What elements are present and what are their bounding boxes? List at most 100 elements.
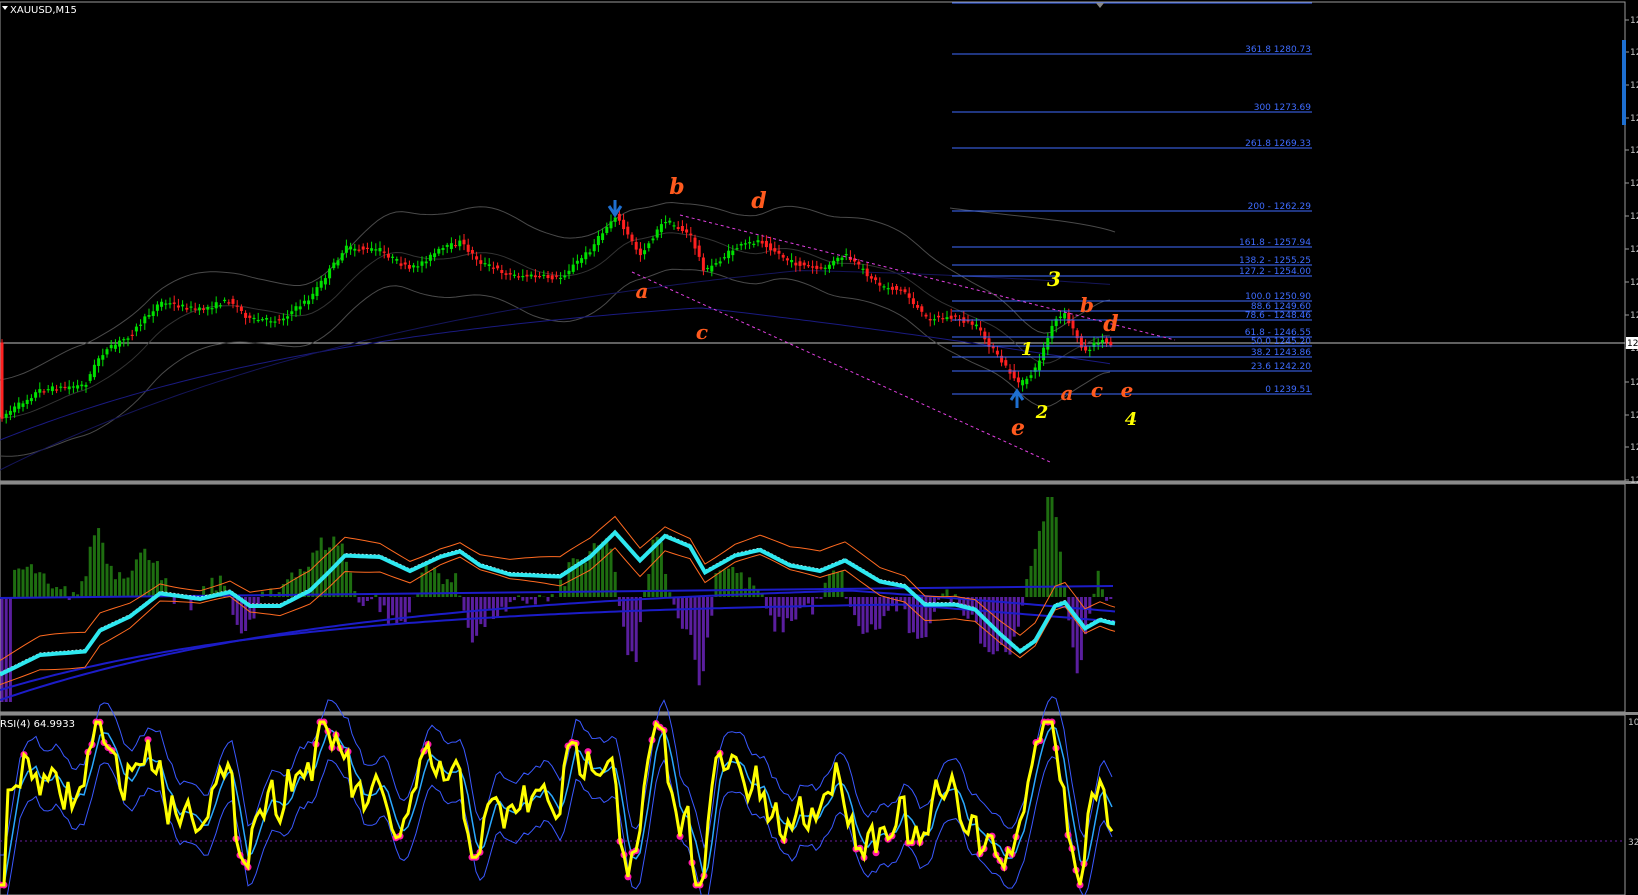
candle-body [13, 406, 17, 413]
candle-body [567, 270, 571, 275]
candle-body [428, 254, 432, 261]
candle-body [1071, 319, 1075, 329]
candle-body [122, 339, 126, 341]
fib-level-label: 300 1273.69 [1254, 103, 1312, 113]
candle-body [739, 244, 743, 246]
candle-body [815, 265, 819, 269]
osc-histogram-bar [596, 545, 600, 598]
osc-histogram-bar [752, 585, 756, 598]
candle-body [134, 326, 138, 332]
osc-histogram-bar [50, 588, 54, 598]
fib-level-label: 200 - 1262.29 [1248, 202, 1312, 212]
osc-histogram-bar [1025, 579, 1029, 598]
candle-body [130, 334, 134, 336]
osc-histogram-bar [126, 577, 130, 598]
current-price-tag-text: 12 [1627, 339, 1638, 349]
candle-body [193, 308, 197, 310]
osc-histogram-bar [29, 564, 33, 598]
price-axis-label: 12 [1630, 245, 1638, 255]
candle-body [844, 254, 848, 256]
candle-body [340, 253, 344, 261]
candle-body [861, 268, 865, 270]
candle-body [769, 243, 773, 251]
candle-body [4, 413, 8, 418]
osc-histogram-bar [290, 572, 294, 598]
candle-body [974, 324, 978, 327]
candle-body [475, 256, 479, 260]
fib-level-label: 138.2 - 1255.25 [1239, 256, 1311, 266]
candle-body [63, 386, 67, 389]
osc-histogram-bar [319, 537, 323, 597]
candle-body [277, 319, 281, 321]
candle-body [886, 288, 890, 290]
osc-histogram-bar [559, 579, 563, 598]
candle-body [647, 243, 651, 249]
candle-body [575, 260, 579, 264]
candle-body [105, 349, 109, 355]
candle-body [319, 280, 323, 288]
osc-histogram-bar [1033, 548, 1037, 598]
candle-body [559, 277, 563, 279]
candle-body [643, 250, 647, 255]
osc-histogram-bar [844, 597, 848, 599]
candle-body [622, 219, 626, 230]
candle-body [953, 315, 957, 317]
candle-body [391, 256, 395, 258]
candle-body [727, 250, 731, 259]
candle-body [680, 226, 684, 231]
osc-histogram-bar [1109, 597, 1113, 599]
candle-body [403, 262, 407, 265]
candle-body [353, 248, 357, 251]
candle-body [1046, 338, 1050, 350]
scroll-indicator[interactable] [1622, 40, 1626, 125]
candle-body [164, 303, 168, 305]
osc-histogram-bar [449, 582, 453, 597]
wave-label: b [1080, 293, 1094, 317]
candle-body [916, 305, 920, 308]
candle-body [605, 226, 609, 233]
candle-body [899, 289, 903, 291]
price-axis-label: 12 [1630, 212, 1638, 222]
osc-histogram-bar [248, 597, 252, 620]
candle-body [42, 391, 46, 393]
candle-body [332, 262, 336, 269]
price-axis-label: 12 [1630, 146, 1638, 156]
osc-histogram-bar [815, 597, 819, 599]
price-axis-label: 12 [1630, 48, 1638, 58]
candle-body [1109, 341, 1113, 346]
osc-histogram-bar [1105, 597, 1109, 601]
candle-body [412, 265, 416, 268]
candle-body [80, 384, 84, 387]
candle-body [445, 244, 449, 247]
osc-histogram-bar [92, 535, 96, 598]
price-axis-label: 12 [1630, 411, 1638, 421]
osc-histogram-bar [722, 569, 726, 597]
candle-body [223, 299, 227, 302]
candle-body [689, 233, 693, 236]
candle-body [374, 249, 378, 251]
osc-histogram-bar [659, 542, 663, 598]
candle-body [626, 226, 630, 235]
candle-body [668, 220, 672, 223]
candle-body [298, 306, 302, 310]
candle-body [1096, 343, 1100, 345]
candle-body [420, 261, 424, 266]
candle-body [748, 242, 752, 244]
osc-histogram-bar [109, 565, 113, 597]
osc-histogram-bar [512, 597, 516, 601]
candle-body [281, 318, 285, 321]
candle-body [932, 319, 936, 321]
osc-histogram-bar [382, 597, 386, 606]
osc-histogram-bar [718, 570, 722, 597]
candle-body [235, 305, 239, 307]
candle-body [206, 307, 210, 310]
osc-histogram-bar [517, 595, 521, 597]
osc-histogram-bar [685, 597, 689, 630]
osc-histogram-bar [487, 597, 491, 609]
osc-histogram-bar [861, 597, 865, 634]
wave-label: 4 [1125, 409, 1138, 430]
candle-body [71, 386, 75, 388]
fib-level-label: 100.0 1250.90 [1245, 292, 1311, 302]
candle-body [693, 237, 697, 249]
candle-body [655, 229, 659, 238]
